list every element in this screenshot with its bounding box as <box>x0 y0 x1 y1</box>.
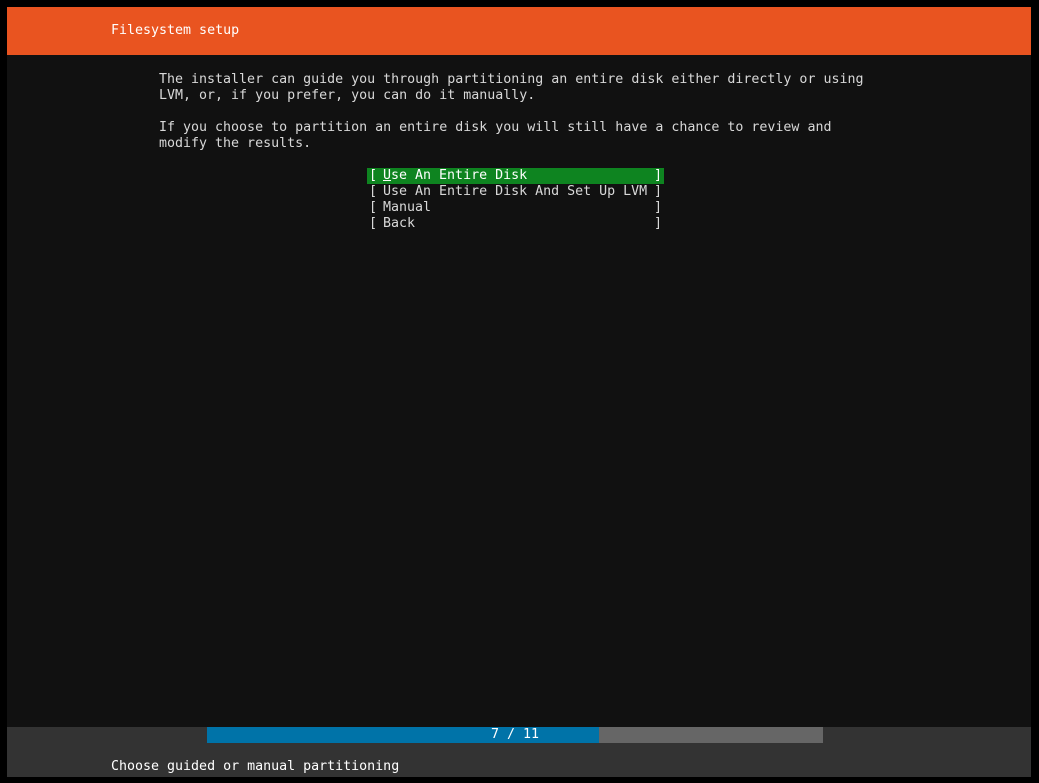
menu-item-label: Back <box>383 216 416 231</box>
use-entire-disk-button[interactable]: [ Use An Entire Disk ] <box>367 168 664 184</box>
title-bar: Filesystem setup <box>7 7 1031 55</box>
right-bracket: ] <box>653 168 662 183</box>
menu-item-label-rest: se An Entire Disk <box>391 168 528 183</box>
right-bracket: ] <box>653 216 662 231</box>
hotkey-letter: U <box>383 168 392 183</box>
left-bracket: [ <box>369 216 378 231</box>
progress-label: 7 / 11 <box>490 727 540 742</box>
progress-bar: 7 / 11 <box>207 727 823 743</box>
right-bracket: ] <box>653 200 662 215</box>
menu-item-label: Use An Entire Disk <box>383 168 527 184</box>
partitioning-menu: [ Use An Entire Disk ] [ Use An Entire D… <box>367 168 664 232</box>
left-bracket: [ <box>369 200 378 215</box>
menu-item-label: Manual <box>383 200 432 215</box>
back-button[interactable]: [ Back ] <box>367 216 664 232</box>
status-text: Choose guided or manual partitioning <box>111 759 400 774</box>
left-bracket: [ <box>369 168 378 183</box>
right-bracket: ] <box>653 184 662 199</box>
footer-bar: 7 / 11 Choose guided or manual partition… <box>7 727 1031 777</box>
page-title: Filesystem setup <box>111 23 240 38</box>
installer-screen: Filesystem setup The installer can guide… <box>7 7 1031 777</box>
manual-button[interactable]: [ Manual ] <box>367 200 664 216</box>
use-entire-disk-lvm-button[interactable]: [ Use An Entire Disk And Set Up LVM ] <box>367 184 664 200</box>
left-bracket: [ <box>369 184 378 199</box>
review-paragraph: If you choose to partition an entire dis… <box>159 120 832 151</box>
intro-paragraph: The installer can guide you through part… <box>159 72 864 103</box>
menu-item-label: Use An Entire Disk And Set Up LVM <box>383 184 648 199</box>
